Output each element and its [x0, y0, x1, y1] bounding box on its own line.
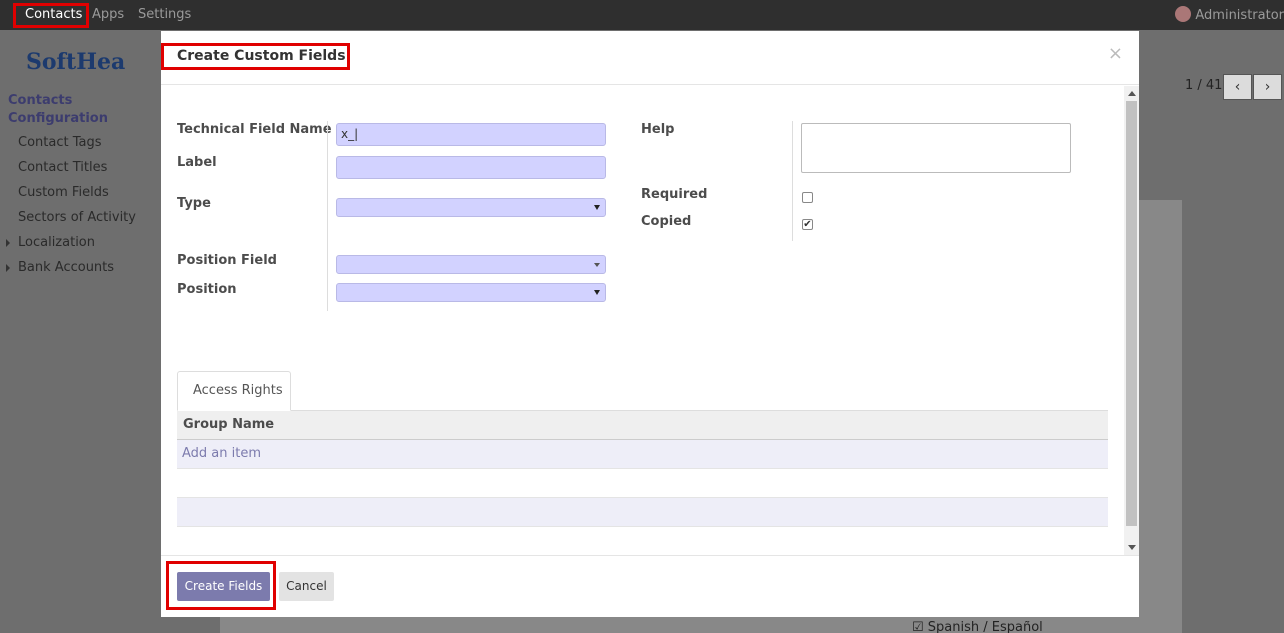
- type-label: Type: [177, 196, 211, 211]
- modal-scrollbar[interactable]: [1124, 86, 1139, 555]
- sidebar-item-localization[interactable]: Localization: [18, 235, 95, 250]
- scroll-down-icon[interactable]: [1128, 545, 1136, 550]
- caret-right-icon: [6, 264, 10, 272]
- create-custom-fields-dialog: Create Custom Fields × Technical Field N…: [161, 31, 1139, 617]
- table-row: [177, 498, 1108, 527]
- highlight-contacts: [13, 3, 89, 28]
- type-select[interactable]: [336, 198, 606, 217]
- tab-access-rights[interactable]: Access Rights: [177, 371, 291, 411]
- technical-field-name-label: Technical Field Name: [177, 122, 332, 137]
- column-divider: [327, 121, 328, 311]
- sidebar-item-contact-titles[interactable]: Contact Titles: [18, 160, 107, 175]
- scroll-up-icon[interactable]: [1128, 91, 1136, 96]
- help-textarea[interactable]: [801, 123, 1071, 173]
- copied-checkbox[interactable]: ✔: [802, 219, 813, 230]
- sidebar-item-custom-fields[interactable]: Custom Fields: [18, 185, 109, 200]
- column-group-name[interactable]: Group Name: [177, 411, 1108, 440]
- position-select[interactable]: [336, 283, 606, 302]
- nav-settings[interactable]: Settings: [138, 7, 191, 22]
- sidebar-item-contact-tags[interactable]: Contact Tags: [18, 135, 102, 150]
- highlight-create-button: [166, 561, 276, 610]
- table-row-add: Add an item: [177, 440, 1108, 469]
- sidebar-item-bank-accounts[interactable]: Bank Accounts: [18, 260, 114, 275]
- company-logo: SoftHea: [26, 49, 126, 75]
- dropdown-arrow-icon: [594, 290, 600, 295]
- required-label: Required: [641, 187, 708, 202]
- position-field-select[interactable]: [336, 255, 606, 274]
- sidebar-section-configuration[interactable]: Configuration: [8, 111, 108, 126]
- position-label: Position: [177, 282, 237, 297]
- user-name: Administrator: [1195, 8, 1284, 23]
- required-checkbox[interactable]: [802, 192, 813, 203]
- avatar: [1175, 6, 1192, 22]
- pager-prev-button[interactable]: ‹: [1223, 74, 1252, 100]
- nav-apps[interactable]: Apps: [92, 7, 124, 22]
- highlight-title: [161, 43, 350, 70]
- language-label: Spanish / Español: [927, 620, 1043, 633]
- table-row: [177, 527, 1108, 555]
- pager-next-button[interactable]: ›: [1253, 74, 1282, 100]
- top-navbar: Contacts Apps Settings Administrator: [0, 0, 1284, 30]
- scroll-thumb[interactable]: [1126, 101, 1137, 526]
- sidebar-item-sectors[interactable]: Sectors of Activity: [18, 210, 136, 225]
- sidebar-section-contacts[interactable]: Contacts: [8, 93, 72, 108]
- position-field-label: Position Field: [177, 253, 277, 268]
- dropdown-arrow-icon: [594, 263, 600, 267]
- caret-right-icon: [6, 239, 10, 247]
- user-menu[interactable]: Administrator: [1175, 6, 1284, 23]
- help-label: Help: [641, 122, 675, 137]
- close-icon[interactable]: ×: [1108, 43, 1123, 64]
- table-row: [177, 469, 1108, 498]
- language-item: ☑ Spanish / Español: [912, 620, 1043, 633]
- modal-footer: Create Fields Cancel: [161, 555, 1139, 617]
- copied-label: Copied: [641, 214, 692, 229]
- cancel-button[interactable]: Cancel: [279, 572, 334, 601]
- label-input[interactable]: [336, 156, 606, 179]
- add-item-link[interactable]: Add an item: [177, 440, 1108, 467]
- technical-field-name-input[interactable]: x_|: [336, 123, 606, 146]
- pager-value: 1 / 41: [1185, 78, 1223, 93]
- modal-body: Technical Field Name Label Type Position…: [161, 86, 1139, 555]
- column-divider: [792, 121, 793, 241]
- label-label: Label: [177, 155, 217, 170]
- dropdown-arrow-icon: [594, 205, 600, 210]
